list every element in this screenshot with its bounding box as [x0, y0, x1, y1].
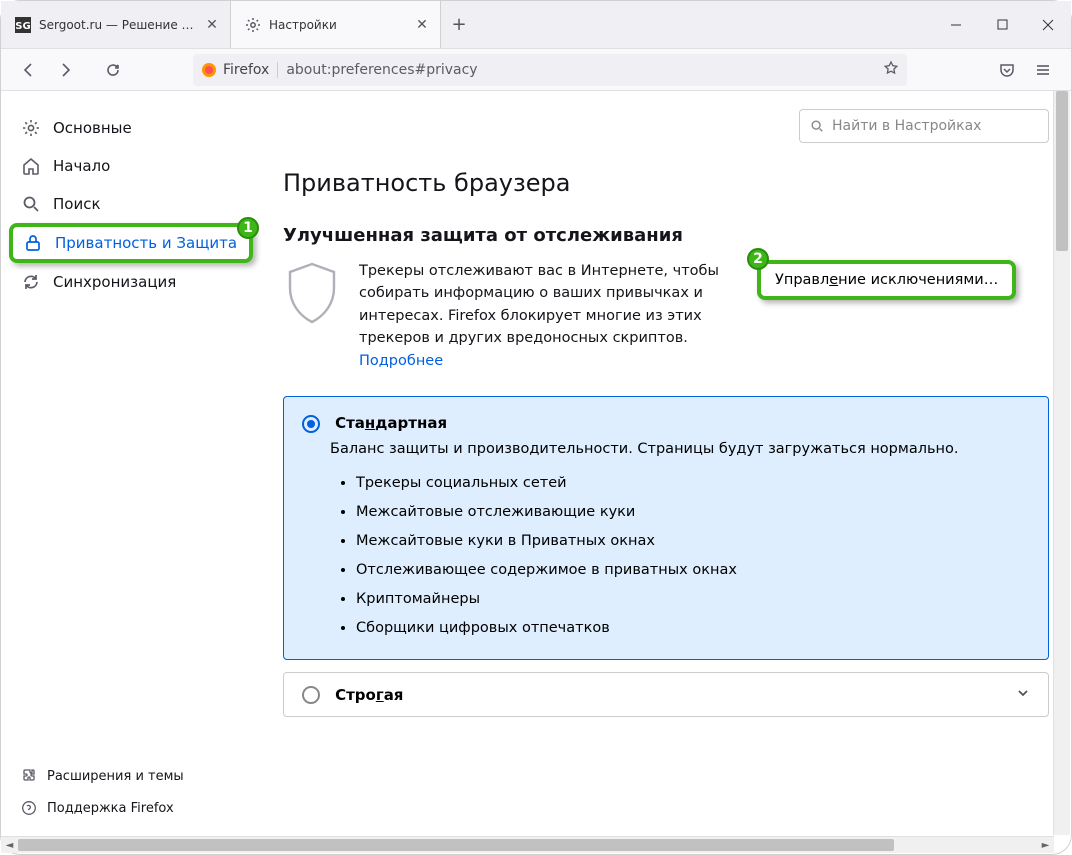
- save-pocket-icon[interactable]: [991, 54, 1023, 86]
- tab-title: Sergoot.ru — Решение ваших: [39, 18, 198, 32]
- page-title: Приватность браузера: [283, 169, 1049, 197]
- standard-list: Трекеры социальных сетей Межсайтовые отс…: [356, 469, 1030, 643]
- scroll-left-icon[interactable]: ◄: [1, 837, 18, 854]
- sidebar-label: Поиск: [53, 195, 101, 213]
- callout-badge-1: 1: [237, 217, 259, 239]
- gear-icon: [245, 17, 261, 33]
- url-text: about:preferences#privacy: [286, 62, 883, 78]
- identity-firefox: Firefox: [201, 62, 278, 78]
- sidebar-label: Начало: [53, 157, 110, 175]
- svg-text:SG: SG: [15, 21, 30, 32]
- footer-label: Расширения и темы: [47, 769, 184, 784]
- list-item: Трекеры социальных сетей: [356, 469, 1030, 498]
- chevron-down-icon[interactable]: [1016, 685, 1030, 704]
- section-title: Улучшенная защита от отслеживания: [283, 225, 1049, 246]
- sidebar-support[interactable]: Поддержка Firefox: [21, 792, 241, 824]
- new-tab-button[interactable]: +: [441, 1, 477, 48]
- search-placeholder: Найти в Настройках: [832, 118, 981, 134]
- help-icon: [21, 800, 37, 816]
- footer-label: Поддержка Firefox: [47, 801, 174, 816]
- tab-sergoot[interactable]: SG Sergoot.ru — Решение ваших ✕: [1, 1, 231, 48]
- close-icon[interactable]: ✕: [414, 17, 430, 33]
- search-icon: [21, 194, 41, 214]
- sidebar-extensions[interactable]: Расширения и темы: [21, 760, 241, 792]
- titlebar: SG Sergoot.ru — Решение ваших ✕ Настройк…: [1, 1, 1071, 49]
- sidebar-item-home[interactable]: Начало: [9, 147, 253, 185]
- list-item: Сборщики цифровых отпечатков: [356, 614, 1030, 643]
- maximize-button[interactable]: [979, 1, 1025, 48]
- tab-favicon-sergoot: SG: [15, 17, 31, 33]
- minimize-button[interactable]: [933, 1, 979, 48]
- close-button[interactable]: [1025, 1, 1071, 48]
- option-desc: Баланс защиты и производительности. Стра…: [330, 441, 1030, 457]
- settings-search-input[interactable]: Найти в Настройках: [799, 109, 1049, 143]
- close-icon[interactable]: ✕: [204, 17, 220, 33]
- home-icon: [21, 156, 41, 176]
- sidebar-label: Синхронизация: [53, 273, 176, 291]
- gear-icon: [21, 118, 41, 138]
- toolbar: Firefox about:preferences#privacy: [1, 49, 1071, 91]
- back-button[interactable]: [13, 54, 45, 86]
- content-area: Основные Начало Поиск Приватность и Защи…: [1, 91, 1071, 836]
- callout-badge-2: 2: [747, 248, 769, 270]
- tracking-description: Трекеры отслеживают вас в Интернете, что…: [359, 260, 739, 372]
- lock-icon: [23, 233, 43, 253]
- radio-icon[interactable]: [302, 686, 320, 704]
- url-bar[interactable]: Firefox about:preferences#privacy: [193, 54, 907, 86]
- bookmark-star-icon[interactable]: [883, 60, 899, 80]
- tracking-row: Трекеры отслеживают вас в Интернете, что…: [283, 260, 1049, 372]
- identity-label: Firefox: [223, 62, 269, 78]
- reload-button[interactable]: [97, 54, 129, 86]
- sidebar-item-privacy[interactable]: Приватность и Защита 1: [9, 223, 253, 263]
- scroll-right-icon[interactable]: ►: [1037, 837, 1054, 854]
- shield-icon: [283, 260, 341, 326]
- window-controls: [933, 1, 1071, 48]
- sidebar-label: Основные: [53, 119, 132, 137]
- scrollbar-thumb[interactable]: [1056, 91, 1068, 251]
- list-item: Отслеживающее содержимое в приватных окн…: [356, 556, 1030, 585]
- tab-title: Настройки: [269, 18, 408, 32]
- protection-options: Стандартная Баланс защиты и производител…: [283, 396, 1049, 717]
- sidebar-item-general[interactable]: Основные: [9, 109, 253, 147]
- list-item: Межсайтовые отслеживающие куки: [356, 498, 1030, 527]
- sync-icon: [21, 272, 41, 292]
- radio-icon[interactable]: [302, 415, 320, 433]
- list-item: Межсайтовые куки в Приватных окнах: [356, 527, 1030, 556]
- tab-settings[interactable]: Настройки ✕: [231, 1, 441, 48]
- list-item: Криптомайнеры: [356, 585, 1030, 614]
- vertical-scrollbar[interactable]: [1053, 91, 1070, 835]
- sidebar-label: Приватность и Защита: [55, 234, 237, 252]
- app-menu-button[interactable]: [1027, 54, 1059, 86]
- learn-more-link[interactable]: Подробнее: [359, 353, 443, 369]
- sidebar-footer: Расширения и темы Поддержка Firefox: [9, 760, 253, 824]
- forward-button[interactable]: [49, 54, 81, 86]
- sidebar-item-sync[interactable]: Синхронизация: [9, 263, 253, 301]
- search-icon: [810, 119, 824, 133]
- puzzle-icon: [21, 768, 37, 784]
- option-strict[interactable]: Строгая: [283, 672, 1049, 718]
- main-pane: Найти в Настройках Приватность браузера …: [261, 91, 1071, 836]
- scrollbar-thumb[interactable]: [18, 839, 894, 851]
- sidebar-item-search[interactable]: Поиск: [9, 185, 253, 223]
- manage-exceptions-button[interactable]: Управление исключениями…: [757, 260, 1016, 300]
- horizontal-scrollbar[interactable]: ◄ ►: [1, 836, 1054, 853]
- option-standard[interactable]: Стандартная Баланс защиты и производител…: [283, 396, 1049, 660]
- settings-sidebar: Основные Начало Поиск Приватность и Защи…: [1, 91, 261, 836]
